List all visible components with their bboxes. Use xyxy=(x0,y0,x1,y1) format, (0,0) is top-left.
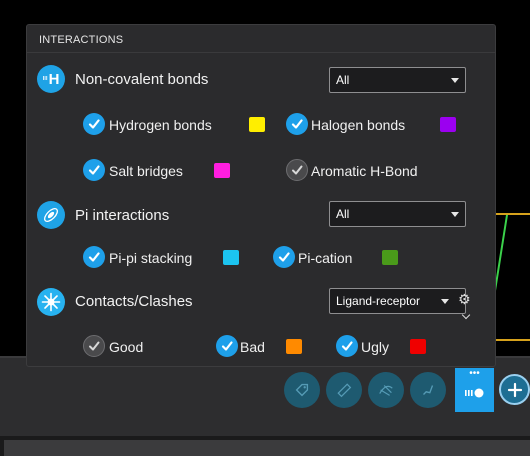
noncovalent-label: Non-covalent bonds xyxy=(75,71,209,88)
good-label: Good xyxy=(109,339,144,355)
hydrogen-bonds-checkbox[interactable] xyxy=(83,113,105,135)
bottom-toolbar xyxy=(0,356,530,436)
bonds-icon[interactable] xyxy=(410,372,446,408)
hydrogen-letter: H xyxy=(48,70,60,88)
noncovalent-select-value: All xyxy=(336,73,350,87)
halogen-bonds-checkbox[interactable] xyxy=(286,113,308,135)
bad-color-swatch[interactable] xyxy=(286,339,302,354)
interactions-icon xyxy=(464,388,483,398)
pi-pi-stacking-label: Pi-pi stacking xyxy=(109,250,193,266)
salt-bridges-color-swatch[interactable] xyxy=(214,163,230,178)
contacts-clashes-select[interactable]: Ligand-receptor xyxy=(329,288,466,314)
good-checkbox[interactable] xyxy=(83,335,105,357)
contacts-clashes-icon[interactable] xyxy=(37,288,65,316)
aromatic-h-bond-label: Aromatic H-Bond xyxy=(311,163,418,179)
chevron-down-icon[interactable] xyxy=(461,310,471,320)
pi-cation-color-swatch[interactable] xyxy=(382,250,398,265)
settings-gear-icon[interactable]: ⚙ xyxy=(458,291,471,308)
noncovalent-select[interactable]: All xyxy=(329,67,466,93)
checkmark-icon xyxy=(278,252,290,262)
ugly-label: Ugly xyxy=(361,339,390,355)
chevron-down-icon xyxy=(451,78,459,83)
checkmark-icon xyxy=(341,341,353,351)
plus-icon xyxy=(507,382,522,397)
checkmark-icon xyxy=(88,165,100,175)
contacts-clashes-label: Contacts/Clashes xyxy=(75,293,193,310)
more-dots-icon: ••• xyxy=(469,368,480,379)
panel-title: INTERACTIONS xyxy=(39,34,124,46)
ugly-checkbox[interactable] xyxy=(336,335,358,357)
halogen-bonds-color-swatch[interactable] xyxy=(440,117,456,132)
pi-pi-stacking-checkbox[interactable] xyxy=(83,246,105,268)
checkmark-icon xyxy=(88,252,100,262)
checkmark-icon xyxy=(292,165,303,175)
bad-checkbox[interactable] xyxy=(216,335,238,357)
pi-interactions-label: Pi interactions xyxy=(75,207,170,224)
hydrogen-bonds-color-swatch[interactable] xyxy=(249,117,265,132)
pi-interactions-icon[interactable] xyxy=(37,201,65,229)
checkmark-icon xyxy=(291,119,303,129)
pi-pi-stacking-color-swatch[interactable] xyxy=(223,250,239,265)
hydrogen-bonds-label: Hydrogen bonds xyxy=(109,117,212,133)
surface-icon[interactable] xyxy=(368,372,404,408)
chevron-down-icon xyxy=(441,299,449,304)
panel-title-divider xyxy=(27,52,495,53)
salt-bridges-label: Salt bridges xyxy=(109,163,183,179)
halogen-bonds-label: Halogen bonds xyxy=(311,117,406,133)
interactions-tool-button[interactable]: ••• xyxy=(455,368,494,412)
pi-select-value: All xyxy=(336,207,350,221)
checkmark-icon xyxy=(88,119,100,129)
ugly-color-swatch[interactable] xyxy=(410,339,426,354)
interactions-panel: INTERACTIONS III H Non-covalent bonds Al… xyxy=(26,24,496,367)
contacts-select-value: Ligand-receptor xyxy=(336,294,421,308)
pi-interactions-select[interactable]: All xyxy=(329,201,466,227)
status-bar-strip xyxy=(4,440,530,456)
selection-frame xyxy=(496,213,530,341)
add-button[interactable] xyxy=(499,374,530,405)
bad-label: Bad xyxy=(240,339,265,355)
aromatic-h-bond-checkbox[interactable] xyxy=(286,159,308,181)
chevron-down-icon xyxy=(451,212,459,217)
ruler-icon[interactable] xyxy=(326,372,362,408)
checkmark-icon xyxy=(89,341,100,351)
pi-cation-checkbox[interactable] xyxy=(273,246,295,268)
hydrogen-bond-icon[interactable]: III H xyxy=(37,65,65,93)
tag-icon[interactable] xyxy=(284,372,320,408)
pi-cation-label: Pi-cation xyxy=(298,250,353,266)
checkmark-icon xyxy=(221,341,233,351)
salt-bridges-checkbox[interactable] xyxy=(83,159,105,181)
